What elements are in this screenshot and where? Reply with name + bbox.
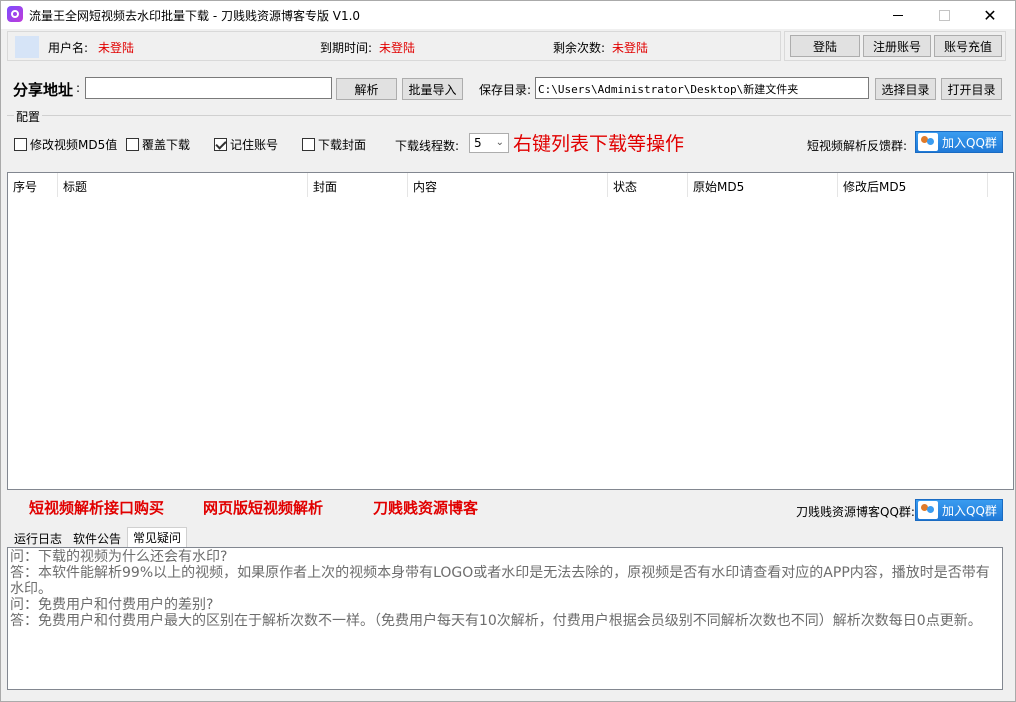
video-list[interactable]: 序号 标题 封面 内容 状态 原始MD5 修改后MD5 xyxy=(7,172,1014,490)
threads-select[interactable]: 5 ⌄ xyxy=(469,133,509,153)
window-title: 流量王全网短视频去水印批量下载 - 刀贱贱资源博客专版 V1.0 xyxy=(29,9,361,23)
save-dir-input[interactable]: C:\Users\Administrator\Desktop\新建文件夹 xyxy=(535,77,869,99)
faq-line: 答：本软件能解析99%以上的视频，如果原作者上次的视频本身带有LOGO或者水印是… xyxy=(10,565,990,597)
title-bar: 流量王全网短视频去水印批量下载 - 刀贱贱资源博客专版 V1.0 ✕ xyxy=(1,1,1015,29)
feedback-group-label: 短视频解析反馈群: xyxy=(807,139,908,153)
login-button[interactable]: 登陆 xyxy=(790,35,860,57)
checkbox-label: 覆盖下载 xyxy=(142,138,191,152)
tab-faq[interactable]: 常见疑问 xyxy=(127,527,188,548)
checkbox-box[interactable] xyxy=(126,138,139,151)
join-qq-feedback-button[interactable]: 加入QQ群 xyxy=(915,131,1003,153)
app-window: 流量王全网短视频去水印批量下载 - 刀贱贱资源博客专版 V1.0 ✕ 用户名: … xyxy=(0,0,1016,702)
checkbox-label: 下载封面 xyxy=(318,138,367,152)
tab-announcement[interactable]: 软件公告 xyxy=(68,529,126,547)
join-qq-blog-button[interactable]: 加入QQ群 xyxy=(915,499,1003,521)
right-click-hint: 右键列表下载等操作 xyxy=(513,133,685,155)
checkbox-box[interactable] xyxy=(14,138,27,151)
faq-textarea[interactable]: 问：下载的视频为什么还会有水印? 答：本软件能解析99%以上的视频，如果原作者上… xyxy=(7,547,1003,690)
checkbox-label: 修改视频MD5值 xyxy=(30,138,118,152)
download-cover-checkbox[interactable]: 下载封面 xyxy=(302,136,366,153)
close-button[interactable]: ✕ xyxy=(967,1,1013,29)
username-value: 未登陆 xyxy=(98,41,135,55)
threads-value: 5 xyxy=(474,136,482,150)
share-url-label: 分享地址 xyxy=(13,81,74,99)
col-index[interactable]: 序号 xyxy=(8,173,58,197)
api-purchase-link[interactable]: 短视频解析接口购买 xyxy=(29,497,164,518)
parse-button[interactable]: 解析 xyxy=(336,78,397,100)
remaining-label: 剩余次数: xyxy=(553,41,606,55)
share-url-colon: : xyxy=(76,81,81,95)
col-modified-md5[interactable]: 修改后MD5 xyxy=(838,173,988,197)
checkbox-box[interactable] xyxy=(214,138,227,151)
threads-label: 下载线程数: xyxy=(395,139,460,153)
col-status[interactable]: 状态 xyxy=(608,173,688,197)
chevron-down-icon: ⌄ xyxy=(495,137,504,148)
recharge-button[interactable]: 账号充值 xyxy=(934,35,1002,57)
faq-line: 答：免费用户和付费用户最大的区别在于解析次数不一样。（免费用户每天有10次解析，… xyxy=(10,613,982,629)
choose-dir-button[interactable]: 选择目录 xyxy=(875,78,936,100)
open-dir-button[interactable]: 打开目录 xyxy=(941,78,1002,100)
checkbox-label: 记住账号 xyxy=(230,138,279,152)
expiry-value: 未登陆 xyxy=(379,41,416,55)
config-group-title: 配置 xyxy=(14,108,43,125)
remember-account-checkbox[interactable]: 记住账号 xyxy=(214,136,278,153)
minimize-button[interactable] xyxy=(875,1,921,29)
tab-run-log[interactable]: 运行日志 xyxy=(9,529,67,547)
username-label: 用户名: xyxy=(48,41,89,55)
qq-button-label: 加入QQ群 xyxy=(942,135,997,150)
col-original-md5[interactable]: 原始MD5 xyxy=(688,173,838,197)
col-title[interactable]: 标题 xyxy=(58,173,308,197)
share-url-input[interactable] xyxy=(85,77,332,99)
user-info-bar: 用户名: 未登陆 到期时间: 未登陆 剩余次数: 未登陆 xyxy=(7,31,781,61)
blog-link[interactable]: 刀贱贱资源博客 xyxy=(373,497,478,518)
expiry-label: 到期时间: xyxy=(320,41,373,55)
list-header: 序号 标题 封面 内容 状态 原始MD5 修改后MD5 xyxy=(8,173,1013,197)
save-dir-label: 保存目录: xyxy=(479,83,532,97)
faq-line: 问：免费用户和付费用户的差别? xyxy=(10,597,214,613)
register-button[interactable]: 注册账号 xyxy=(863,35,931,57)
col-cover[interactable]: 封面 xyxy=(308,173,408,197)
md5-checkbox[interactable]: 修改视频MD5值 xyxy=(14,136,117,153)
web-parse-link[interactable]: 网页版短视频解析 xyxy=(203,497,323,518)
qq-button-label: 加入QQ群 xyxy=(942,503,997,518)
app-logo-icon xyxy=(7,6,23,22)
blog-qq-label: 刀贱贱资源博客QQ群: xyxy=(796,505,915,519)
remaining-value: 未登陆 xyxy=(612,41,649,55)
qq-users-icon xyxy=(918,501,938,519)
batch-import-button[interactable]: 批量导入 xyxy=(402,78,463,100)
faq-line: 问：下载的视频为什么还会有水印? xyxy=(10,549,228,565)
checkbox-box[interactable] xyxy=(302,138,315,151)
avatar xyxy=(15,36,39,58)
qq-users-icon xyxy=(918,133,938,151)
col-content[interactable]: 内容 xyxy=(408,173,608,197)
overwrite-checkbox[interactable]: 覆盖下载 xyxy=(126,136,190,153)
maximize-button[interactable] xyxy=(921,1,967,29)
